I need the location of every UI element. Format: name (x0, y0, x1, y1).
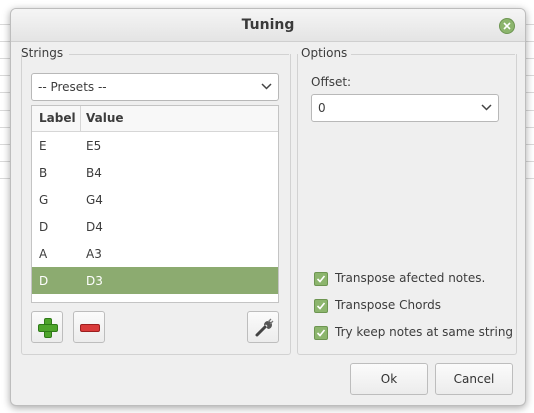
row-label: A (39, 247, 48, 261)
table-row[interactable]: G G4 (32, 186, 278, 213)
table-row-selected[interactable]: D D3 (32, 267, 278, 294)
tuning-dialog: Tuning Strings -- Presets -- Label Value… (10, 8, 526, 406)
close-button[interactable] (499, 18, 515, 34)
row-label: D (39, 220, 49, 234)
transpose-chords-label: Transpose Chords (335, 298, 442, 312)
title-bar: Tuning (11, 9, 525, 42)
column-header-value[interactable]: Value (86, 111, 124, 125)
presets-select[interactable]: -- Presets -- (31, 73, 279, 101)
table-header: Label Value (32, 106, 278, 132)
row-value: A3 (86, 247, 102, 261)
checkmark-icon (316, 329, 326, 337)
offset-label: Offset: (311, 75, 352, 89)
presets-value: -- Presets -- (38, 80, 107, 94)
transpose-notes-checkbox[interactable] (314, 272, 328, 286)
row-label: G (39, 193, 49, 207)
transpose-notes-label: Transpose afected notes. (335, 271, 486, 285)
offset-select[interactable]: 0 (311, 94, 499, 122)
keep-same-string-checkbox[interactable] (314, 326, 328, 340)
plus-icon (38, 318, 58, 338)
ok-button[interactable]: Ok (350, 363, 428, 395)
cancel-button[interactable]: Cancel (435, 363, 513, 395)
dialog-title: Tuning (241, 17, 295, 33)
tuning-settings-button[interactable] (247, 311, 279, 343)
checkmark-icon (316, 302, 326, 310)
keep-same-string-label: Try keep notes at same string (335, 325, 514, 339)
close-icon (503, 22, 511, 30)
checkmark-icon (316, 275, 326, 283)
row-label: D (39, 274, 49, 288)
remove-string-button[interactable] (73, 311, 105, 343)
row-value: B4 (86, 166, 102, 180)
row-label: B (39, 166, 48, 180)
table-row[interactable]: E E5 (32, 132, 278, 159)
chevron-down-icon (261, 83, 272, 90)
minus-icon (80, 324, 100, 332)
column-header-label[interactable]: Label (39, 111, 76, 125)
table-row[interactable]: B B4 (32, 159, 278, 186)
row-value: E5 (86, 139, 102, 153)
transpose-chords-checkbox[interactable] (314, 299, 328, 313)
table-row[interactable]: A A3 (32, 240, 278, 267)
chevron-down-icon (481, 104, 492, 111)
row-label: E (39, 139, 47, 153)
column-separator (80, 106, 81, 131)
wrench-icon (255, 318, 274, 337)
row-value: D3 (86, 274, 103, 288)
table-row[interactable]: D D4 (32, 213, 278, 240)
row-value: D4 (86, 220, 103, 234)
offset-value: 0 (318, 101, 326, 115)
row-value: G4 (86, 193, 103, 207)
add-string-button[interactable] (31, 311, 63, 343)
strings-table[interactable]: Label Value E E5 B B4 G G4 D D4 A A3 D D… (31, 105, 279, 303)
